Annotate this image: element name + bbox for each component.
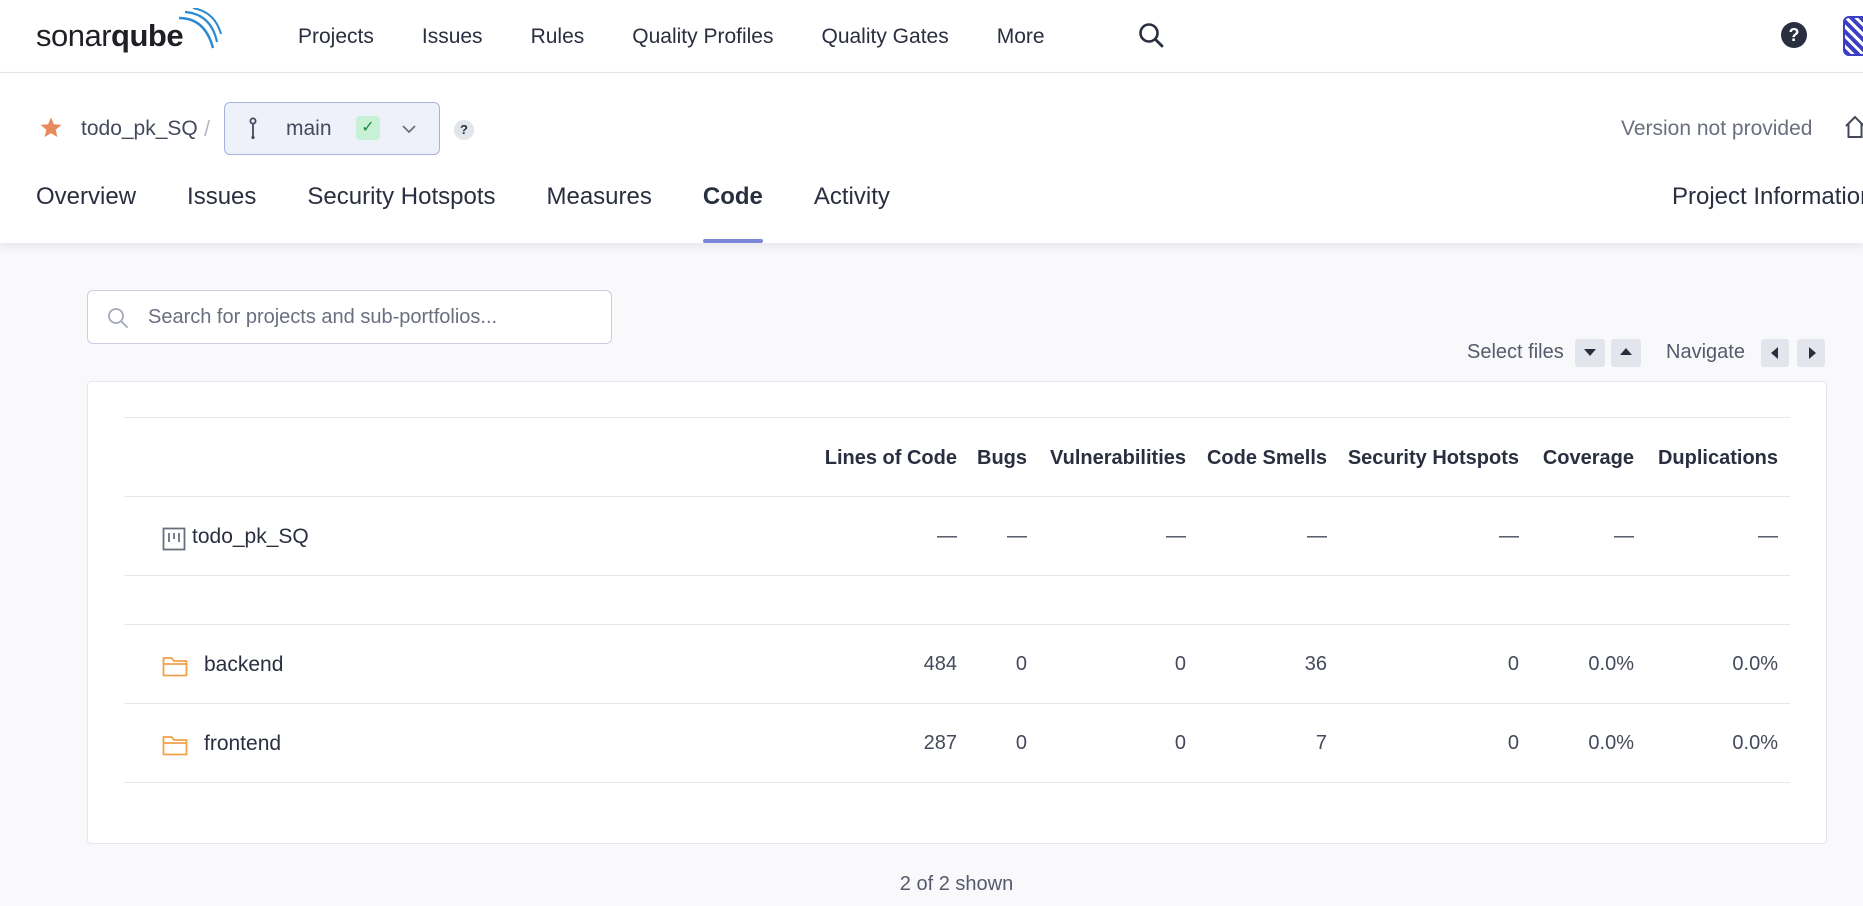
sonarqube-logo[interactable]: sonarqube: [36, 8, 222, 58]
project-header: todo_pk_SQ / main ✓ ? Version not provid…: [0, 73, 1863, 243]
branch-selector[interactable]: main ✓: [224, 102, 440, 155]
home-icon[interactable]: [1843, 114, 1863, 140]
breadcrumb-project-name[interactable]: todo_pk_SQ: [81, 117, 198, 141]
col-vulnerabilities: Vulnerabilities: [1050, 447, 1186, 469]
arrow-down-key-icon: [1575, 339, 1605, 367]
root-lines-of-code: —: [937, 525, 957, 547]
frontend-lines-of-code[interactable]: 287: [924, 732, 957, 755]
col-code-smells: Code Smells: [1206, 447, 1327, 469]
frontend-duplications[interactable]: 0.0%: [1732, 732, 1778, 755]
root-code-smells: —: [1307, 525, 1327, 547]
frontend-coverage[interactable]: 0.0%: [1588, 732, 1634, 755]
col-bugs: Bugs: [977, 447, 1027, 469]
divider: [124, 624, 1790, 625]
root-component-name[interactable]: todo_pk_SQ: [192, 525, 309, 549]
main-nav: Projects Issues Rules Quality Profiles Q…: [298, 0, 1093, 73]
arrow-left-key-icon: [1761, 339, 1789, 367]
branch-status-check-icon: ✓: [356, 116, 380, 140]
divider: [124, 782, 1790, 783]
root-security-hotspots: —: [1499, 525, 1519, 547]
backend-duplications[interactable]: 0.0%: [1732, 653, 1778, 676]
nav-more[interactable]: More: [997, 25, 1045, 49]
breadcrumb-separator: /: [204, 116, 211, 141]
divider: [124, 575, 1790, 576]
logo-text-bold: qube: [111, 18, 184, 53]
avatar[interactable]: [1843, 16, 1863, 56]
nav-quality-gates[interactable]: Quality Gates: [821, 25, 948, 49]
row-name-frontend[interactable]: frontend: [204, 732, 281, 756]
frontend-vulnerabilities[interactable]: 0: [1175, 732, 1186, 755]
help-icon[interactable]: ?: [1781, 22, 1807, 48]
top-navbar: sonarqube Projects Issues Rules Quality …: [0, 0, 1863, 73]
col-duplications: Duplications: [1657, 447, 1778, 469]
project-tabs: Overview Issues Security Hotspots Measur…: [36, 173, 941, 243]
select-files-label: Select files: [1467, 341, 1564, 363]
logo-text-regular: sonar: [36, 18, 112, 53]
tab-issues[interactable]: Issues: [187, 173, 256, 243]
navigate-label: Navigate: [1666, 341, 1745, 363]
nav-quality-profiles[interactable]: Quality Profiles: [632, 25, 773, 49]
frontend-security-hotspots[interactable]: 0: [1508, 732, 1519, 755]
chevron-down-icon: [402, 125, 416, 134]
root-coverage: —: [1614, 525, 1634, 547]
tab-security-hotspots[interactable]: Security Hotspots: [307, 173, 495, 243]
tab-activity[interactable]: Activity: [814, 173, 890, 243]
project-information-link[interactable]: Project Information: [1672, 173, 1863, 221]
nav-projects[interactable]: Projects: [298, 25, 374, 49]
nav-issues[interactable]: Issues: [422, 25, 483, 49]
favorite-star-icon[interactable]: [39, 116, 63, 140]
nav-rules[interactable]: Rules: [531, 25, 585, 49]
project-icon: [162, 527, 186, 551]
backend-security-hotspots[interactable]: 0: [1508, 653, 1519, 676]
root-vulnerabilities: —: [1166, 525, 1186, 547]
divider: [124, 496, 1790, 497]
root-bugs: —: [1007, 525, 1027, 547]
tab-code[interactable]: Code: [702, 173, 763, 243]
backend-coverage[interactable]: 0.0%: [1588, 653, 1634, 676]
arrow-up-key-icon: [1611, 339, 1641, 367]
project-version: Version not provided: [1621, 117, 1813, 140]
branch-icon: [249, 117, 257, 140]
shown-count: 2 of 2 shown: [899, 873, 1014, 895]
row-name-backend[interactable]: backend: [204, 653, 283, 677]
col-lines-of-code: Lines of Code: [824, 447, 957, 469]
frontend-code-smells[interactable]: 7: [1316, 732, 1327, 755]
root-duplications: —: [1758, 525, 1778, 547]
tab-measures[interactable]: Measures: [546, 173, 651, 243]
frontend-bugs[interactable]: 0: [1016, 732, 1027, 755]
col-security-hotspots: Security Hotspots: [1347, 447, 1519, 469]
divider: [124, 703, 1790, 704]
branch-name: main: [286, 117, 332, 140]
divider: [124, 417, 1790, 418]
folder-icon: [162, 657, 188, 677]
backend-code-smells[interactable]: 36: [1305, 653, 1327, 676]
search-icon[interactable]: [1137, 21, 1165, 49]
backend-lines-of-code[interactable]: 484: [924, 653, 957, 676]
col-coverage: Coverage: [1542, 447, 1634, 469]
arrow-right-key-icon: [1797, 339, 1825, 367]
code-search-box: [87, 290, 612, 344]
backend-vulnerabilities[interactable]: 0: [1175, 653, 1186, 676]
logo-waves-icon: [178, 8, 222, 49]
search-input[interactable]: [148, 291, 598, 343]
search-icon: [108, 308, 128, 328]
folder-icon: [162, 736, 188, 756]
tab-overview[interactable]: Overview: [36, 173, 136, 243]
backend-bugs[interactable]: 0: [1016, 653, 1027, 676]
branch-help-icon[interactable]: ?: [454, 120, 474, 140]
